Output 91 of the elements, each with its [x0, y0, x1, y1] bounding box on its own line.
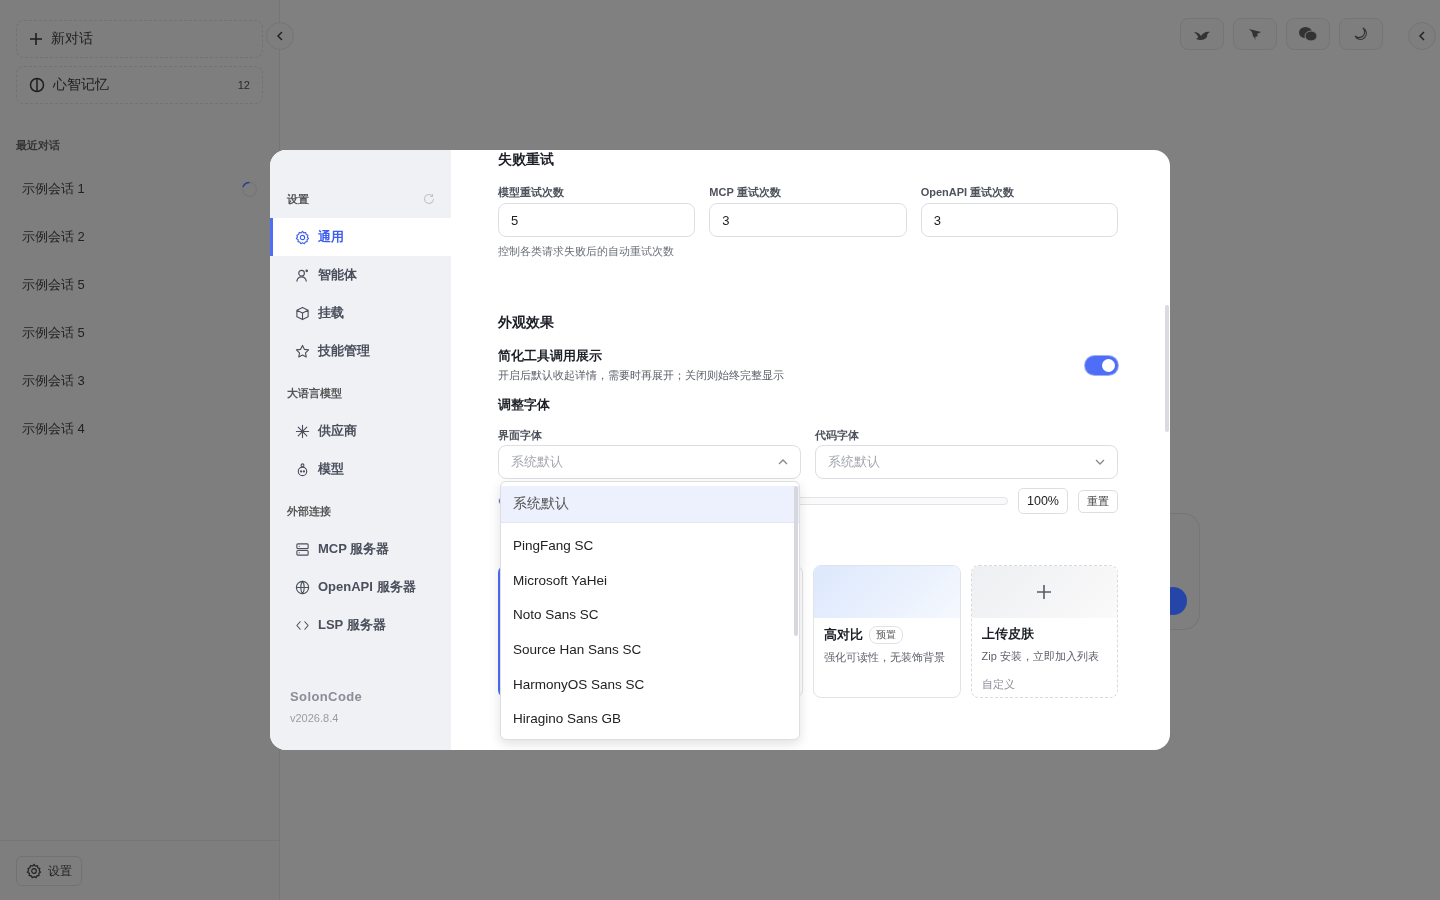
nav-item[interactable]: OpenAPI 服务器: [270, 568, 451, 606]
number-input[interactable]: 3: [709, 203, 907, 237]
setting-title: 简化工具调用展示: [498, 348, 603, 365]
section-label: 最近对话: [16, 138, 60, 153]
conversation-item[interactable]: 示例会话 1: [22, 176, 258, 202]
conversation-item[interactable]: 示例会话 2: [22, 224, 258, 250]
new-chat-button[interactable]: 新对话: [16, 20, 263, 58]
field-hint: 控制各类请求失败后的自动重试次数: [498, 244, 675, 259]
theme-card[interactable]: 高对比 预置 强化可读性，无装饰背景: [813, 565, 961, 698]
nav-item[interactable]: 挂载: [270, 294, 451, 332]
nav-section-title: 大语言模型: [287, 385, 342, 401]
section-heading: 外观效果: [498, 314, 555, 332]
number-input[interactable]: 5: [498, 203, 696, 237]
toggle-switch[interactable]: [1085, 356, 1118, 375]
nav-item[interactable]: LSP 服务器: [270, 606, 451, 644]
theme-title: 上传皮肤: [981, 626, 1034, 643]
conversation-item[interactable]: 示例会话 5: [22, 272, 258, 298]
nav-item[interactable]: 模型: [270, 450, 451, 488]
conversation-title: 示例会话 5: [22, 324, 85, 342]
toolbar-button[interactable]: [1339, 18, 1383, 50]
server-icon: [295, 541, 310, 557]
scrollbar[interactable]: [1165, 305, 1169, 432]
preset-badge: 预置: [869, 626, 903, 644]
theme-tag: 自定义: [981, 677, 1107, 692]
nav-item[interactable]: 通用: [270, 218, 451, 256]
theme-description: 强化可读性，无装饰背景: [824, 650, 946, 665]
moon-icon: [1354, 27, 1368, 41]
toolbar-button[interactable]: [1180, 18, 1224, 50]
plus-icon: [29, 32, 43, 46]
field-label: OpenAPI 重试次数: [920, 185, 1016, 200]
conversation-item[interactable]: 示例会话 5: [22, 320, 258, 346]
globe-icon: [295, 579, 310, 595]
wing-icon: [1248, 27, 1262, 41]
gear-icon: [26, 863, 42, 879]
dropdown-option[interactable]: 系统默认: [501, 486, 799, 523]
settings-button[interactable]: 设置: [16, 856, 82, 886]
theme-card[interactable]: 上传皮肤 Zip 安装，立即加入列表 自定义: [970, 565, 1118, 698]
dropdown-option[interactable]: Noto Sans SC: [501, 597, 799, 633]
app-version: v2026.8.4: [290, 712, 340, 724]
conversation-title: 示例会话 2: [22, 228, 85, 246]
section-heading: 失败重试: [498, 151, 555, 169]
setting-description: 开启后默认收起详情，需要时再展开；关闭则始终完整显示: [498, 368, 784, 383]
theme-title: 高对比: [824, 626, 863, 644]
nav-section-title: 设置: [287, 191, 309, 207]
memory-button[interactable]: 心智记忆 12: [16, 66, 263, 104]
scrollbar[interactable]: [794, 486, 798, 636]
toolbar-button[interactable]: [1233, 18, 1277, 50]
conversation-item[interactable]: 示例会话 4: [22, 416, 258, 442]
spinner-icon: [241, 180, 258, 198]
theme-description: Zip 安装，立即加入列表: [981, 649, 1100, 664]
toolbar-button[interactable]: [1286, 18, 1330, 50]
chevron-left-icon: [276, 31, 284, 41]
gear-icon: [295, 229, 310, 245]
dropdown-option[interactable]: Microsoft YaHei: [501, 562, 799, 598]
memory-count: 12: [237, 79, 250, 91]
nav-item[interactable]: 技能管理: [270, 332, 451, 370]
field-label: MCP 重试次数: [709, 185, 782, 200]
nav-section-title: 外部连接: [287, 503, 331, 519]
conversation-title: 示例会话 4: [22, 420, 85, 438]
field-label: 模型重试次数: [498, 185, 565, 200]
sparkle-icon: [295, 423, 310, 439]
nav-item[interactable]: MCP 服务器: [270, 530, 451, 568]
field-label: 代码字体: [815, 428, 860, 443]
collapse-button[interactable]: [1408, 22, 1436, 50]
nav-item[interactable]: 智能体: [270, 256, 451, 294]
cube-icon: [295, 305, 310, 321]
number-input[interactable]: 3: [920, 203, 1118, 237]
reset-button[interactable]: 重置: [1078, 489, 1118, 513]
half-circle-icon: [29, 77, 45, 93]
chevron-up-icon: [778, 457, 788, 467]
conversation-title: 示例会话 5: [22, 276, 85, 294]
refresh-icon[interactable]: [423, 193, 435, 205]
conversation-item[interactable]: 示例会话 3: [22, 368, 258, 394]
robot-icon: [295, 461, 310, 477]
chevron-left-icon: [1418, 31, 1426, 41]
chevron-down-icon: [1095, 457, 1105, 467]
dropdown-option[interactable]: PingFang SC: [501, 528, 799, 563]
conversation-title: 示例会话 3: [22, 372, 85, 390]
person-icon: [295, 267, 310, 283]
star-icon: [295, 343, 310, 359]
plus-icon: [1036, 584, 1053, 600]
app-name: SolonCode: [290, 689, 364, 704]
dropdown-option[interactable]: Hiragino Sans GB: [501, 701, 799, 737]
chat-bubbles-icon: [1298, 26, 1318, 42]
field-label: 界面字体: [498, 428, 543, 443]
font-size-value: 100%: [1018, 488, 1068, 514]
subsection-heading: 调整字体: [498, 397, 551, 414]
conversation-title: 示例会话 1: [22, 180, 85, 198]
dropdown-option[interactable]: HarmonyOS Sans SC: [501, 666, 799, 702]
nav-item[interactable]: 供应商: [270, 412, 451, 450]
dropdown-option[interactable]: Source Han Sans SC: [501, 632, 799, 667]
